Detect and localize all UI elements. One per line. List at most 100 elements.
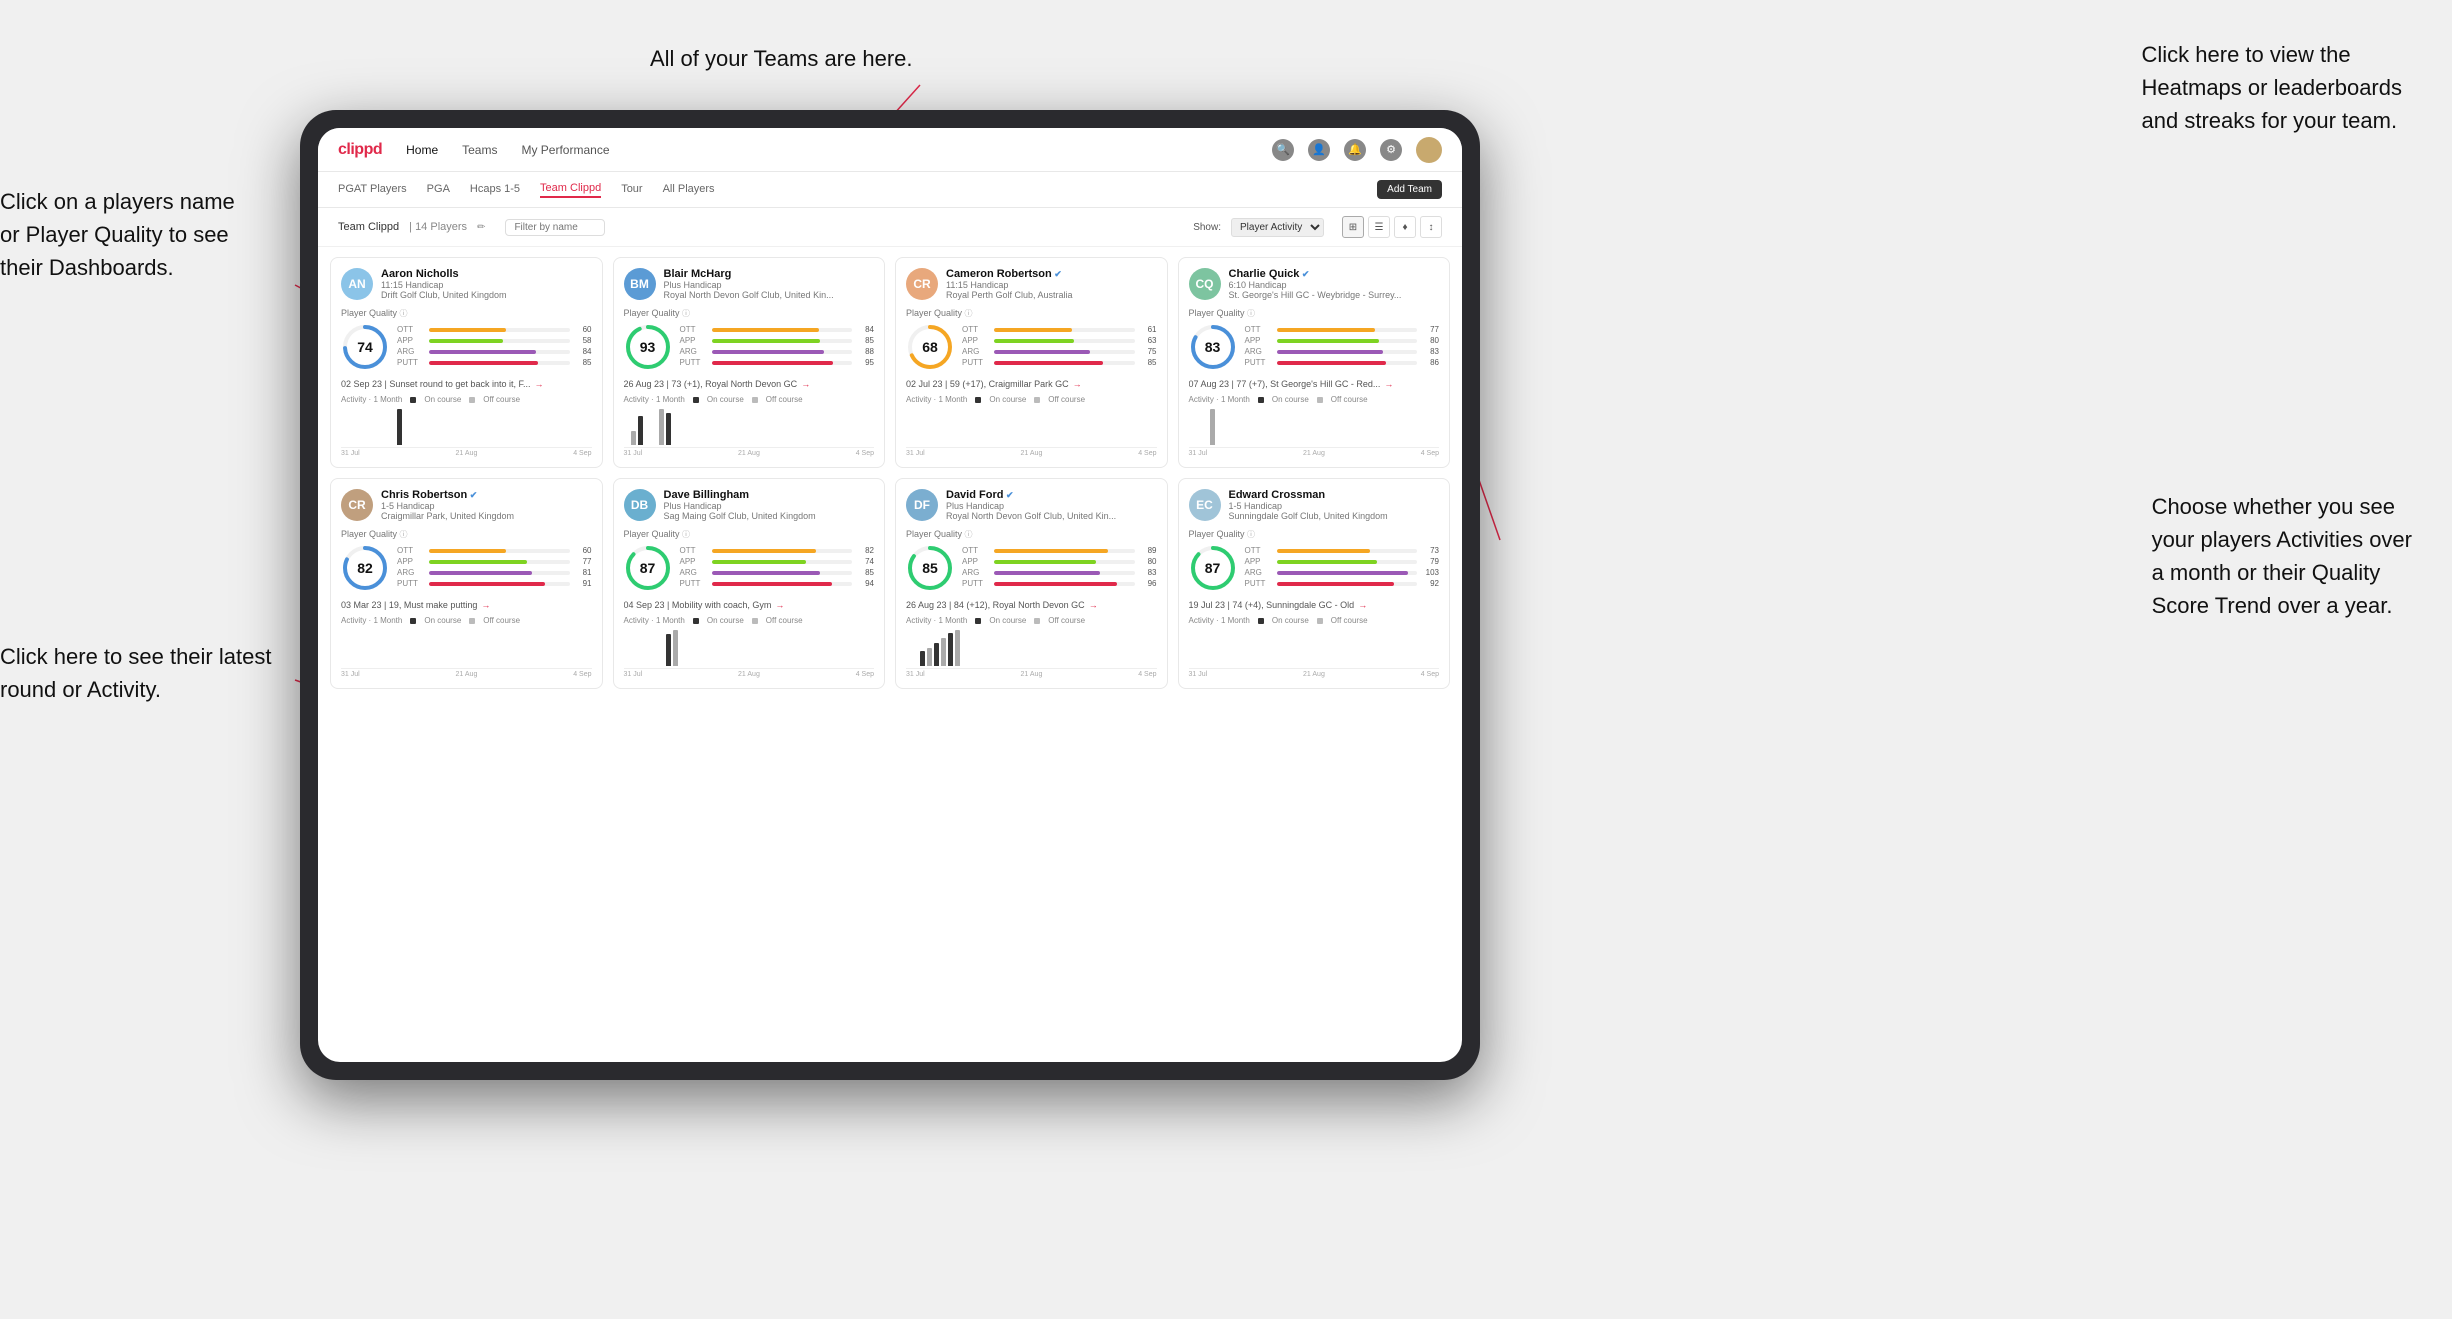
player-club: Royal North Devon Golf Club, United Kin.…	[664, 290, 875, 300]
player-avatar: DB	[624, 489, 656, 521]
stats-table: OTT 77 APP 80 ARG 83 PUTT 86	[1245, 325, 1440, 369]
show-select[interactable]: Player Activity	[1231, 218, 1324, 237]
subnav-tour[interactable]: Tour	[621, 183, 642, 197]
edit-icon[interactable]: ✏	[477, 222, 485, 233]
last-round[interactable]: 04 Sep 23 | Mobility with coach, Gym →	[624, 600, 875, 610]
last-round[interactable]: 07 Aug 23 | 77 (+7), St George's Hill GC…	[1189, 379, 1440, 389]
player-card[interactable]: CQ Charlie Quick ✔ 6:10 Handicap St. Geo…	[1178, 257, 1451, 468]
nav-home[interactable]: Home	[406, 143, 438, 157]
player-card[interactable]: CR Cameron Robertson ✔ 11:15 Handicap Ro…	[895, 257, 1168, 468]
activity-label: Activity · 1 Month	[906, 616, 967, 625]
activity-section: Activity · 1 Month On course Off course	[624, 616, 875, 678]
last-round-text: 19 Jul 23 | 74 (+4), Sunningdale GC - Ol…	[1189, 600, 1355, 610]
nav-performance[interactable]: My Performance	[521, 143, 609, 157]
round-arrow-icon: →	[1073, 379, 1082, 389]
subnav-hcaps[interactable]: Hcaps 1-5	[470, 183, 520, 197]
player-card[interactable]: CR Chris Robertson ✔ 1-5 Handicap Craigm…	[330, 478, 603, 689]
activity-label: Activity · 1 Month	[624, 616, 685, 625]
player-club: St. George's Hill GC - Weybridge - Surre…	[1229, 290, 1440, 300]
offcourse-label: Off course	[1331, 395, 1368, 404]
bell-icon[interactable]: 🔔	[1344, 139, 1366, 161]
player-club: Royal Perth Golf Club, Australia	[946, 290, 1157, 300]
stats-table: OTT 60 APP 77 ARG 81 PUTT 91	[397, 546, 592, 590]
player-info: Chris Robertson ✔ 1-5 Handicap Craigmill…	[381, 489, 592, 521]
quality-circle[interactable]: 93	[624, 323, 672, 371]
subnav-team-clippd[interactable]: Team Clippd	[540, 182, 601, 198]
player-name[interactable]: David Ford ✔	[946, 489, 1157, 501]
player-info: Dave Billingham Plus Handicap Sag Maing …	[664, 489, 875, 521]
oncourse-label: On course	[424, 616, 461, 625]
oncourse-label: On course	[707, 616, 744, 625]
subnav-pga[interactable]: PGA	[427, 183, 450, 197]
player-card[interactable]: EC Edward Crossman 1-5 Handicap Sunningd…	[1178, 478, 1451, 689]
list-view-icon[interactable]: ☰	[1368, 216, 1390, 238]
offcourse-dot	[1317, 397, 1323, 403]
player-card-header: CR Chris Robertson ✔ 1-5 Handicap Craigm…	[341, 489, 592, 521]
player-club: Drift Golf Club, United Kingdom	[381, 290, 592, 300]
filter-input[interactable]	[505, 219, 605, 236]
last-round[interactable]: 03 Mar 23 | 19, Must make putting →	[341, 600, 592, 610]
show-label: Show:	[1193, 222, 1221, 233]
stats-table: OTT 73 APP 79 ARG 103 PUTT 92	[1245, 546, 1440, 590]
subnav-pgat[interactable]: PGAT Players	[338, 183, 407, 197]
last-round[interactable]: 26 Aug 23 | 84 (+12), Royal North Devon …	[906, 600, 1157, 610]
grid-view-icon[interactable]: ⊞	[1342, 216, 1364, 238]
verified-icon: ✔	[467, 490, 477, 500]
offcourse-label: Off course	[766, 616, 803, 625]
settings-icon[interactable]: ⚙	[1380, 139, 1402, 161]
round-arrow-icon: →	[1089, 600, 1098, 610]
sort-icon[interactable]: ↕	[1420, 216, 1442, 238]
quality-circle[interactable]: 68	[906, 323, 954, 371]
player-name[interactable]: Blair McHarg	[664, 268, 875, 280]
quality-circle[interactable]: 87	[624, 544, 672, 592]
nav-teams[interactable]: Teams	[462, 143, 497, 157]
add-team-button[interactable]: Add Team	[1377, 180, 1442, 199]
last-round[interactable]: 02 Sep 23 | Sunset round to get back int…	[341, 379, 592, 389]
annotation-left-top: Click on a players name or Player Qualit…	[0, 185, 235, 284]
last-round[interactable]: 19 Jul 23 | 74 (+4), Sunningdale GC - Ol…	[1189, 600, 1440, 610]
quality-label: Player Quality ⓘ	[341, 529, 592, 540]
oncourse-label: On course	[1272, 616, 1309, 625]
player-card[interactable]: AN Aaron Nicholls 11:15 Handicap Drift G…	[330, 257, 603, 468]
player-club: Sag Maing Golf Club, United Kingdom	[664, 511, 875, 521]
ipad-screen: clippd Home Teams My Performance 🔍 👤 🔔 ⚙…	[318, 128, 1462, 1062]
stats-table: OTT 61 APP 63 ARG 75 PUTT 85	[962, 325, 1157, 369]
player-name[interactable]: Dave Billingham	[664, 489, 875, 501]
player-avatar: BM	[624, 268, 656, 300]
activity-header: Activity · 1 Month On course Off course	[624, 395, 875, 404]
player-handicap: 11:15 Handicap	[381, 280, 592, 290]
quality-circle[interactable]: 82	[341, 544, 389, 592]
offcourse-label: Off course	[766, 395, 803, 404]
player-name[interactable]: Edward Crossman	[1229, 489, 1440, 501]
player-card-header: CQ Charlie Quick ✔ 6:10 Handicap St. Geo…	[1189, 268, 1440, 300]
round-arrow-icon: →	[481, 600, 490, 610]
offcourse-label: Off course	[483, 395, 520, 404]
profile-icon[interactable]: 👤	[1308, 139, 1330, 161]
quality-circle[interactable]: 85	[906, 544, 954, 592]
player-club: Craigmillar Park, United Kingdom	[381, 511, 592, 521]
player-avatar: CQ	[1189, 268, 1221, 300]
round-arrow-icon: →	[1384, 379, 1393, 389]
quality-number: 87	[1205, 560, 1221, 576]
user-avatar[interactable]	[1416, 137, 1442, 163]
player-card[interactable]: DF David Ford ✔ Plus Handicap Royal Nort…	[895, 478, 1168, 689]
quality-label: Player Quality ⓘ	[624, 529, 875, 540]
quality-circle[interactable]: 74	[341, 323, 389, 371]
subnav-all-players[interactable]: All Players	[663, 183, 715, 197]
player-name[interactable]: Charlie Quick ✔	[1229, 268, 1440, 280]
last-round[interactable]: 02 Jul 23 | 59 (+17), Craigmillar Park G…	[906, 379, 1157, 389]
annotation-right-bottom: Choose whether you see your players Acti…	[2152, 490, 2412, 622]
player-name[interactable]: Aaron Nicholls	[381, 268, 592, 280]
activity-label: Activity · 1 Month	[1189, 616, 1250, 625]
player-info: David Ford ✔ Plus Handicap Royal North D…	[946, 489, 1157, 521]
quality-circle[interactable]: 83	[1189, 323, 1237, 371]
player-card[interactable]: BM Blair McHarg Plus Handicap Royal Nort…	[613, 257, 886, 468]
offcourse-dot	[1317, 618, 1323, 624]
quality-circle[interactable]: 87	[1189, 544, 1237, 592]
player-name[interactable]: Chris Robertson ✔	[381, 489, 592, 501]
last-round[interactable]: 26 Aug 23 | 73 (+1), Royal North Devon G…	[624, 379, 875, 389]
search-icon[interactable]: 🔍	[1272, 139, 1294, 161]
player-card[interactable]: DB Dave Billingham Plus Handicap Sag Mai…	[613, 478, 886, 689]
heatmap-icon[interactable]: ♦	[1394, 216, 1416, 238]
player-name[interactable]: Cameron Robertson ✔	[946, 268, 1157, 280]
